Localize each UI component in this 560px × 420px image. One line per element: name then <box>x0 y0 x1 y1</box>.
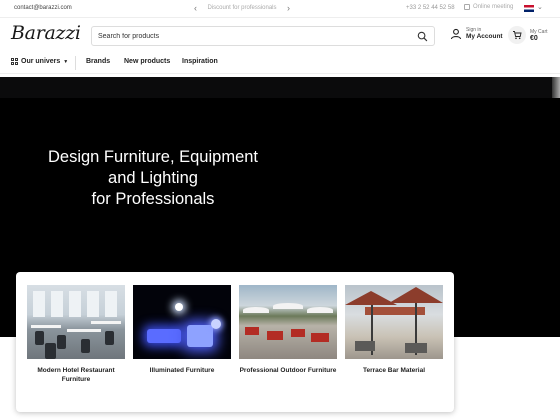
nav-divider <box>75 56 76 70</box>
outdoor-photo <box>239 285 337 359</box>
header: Barazzi Sign in My Account My Cart €0 <box>0 18 560 52</box>
chevron-left-icon[interactable]: ‹ <box>194 4 197 13</box>
category-card-illuminated[interactable]: Illuminated Furniture <box>133 285 231 376</box>
illuminated-photo <box>133 285 231 359</box>
online-meeting-link[interactable]: Online meeting <box>464 4 513 10</box>
online-meeting-label: Online meeting <box>473 4 514 10</box>
category-name: Modern Hotel Restaurant Furniture <box>37 367 115 383</box>
search-bar <box>91 26 435 46</box>
our-univers-menu[interactable]: Our univers ▼ <box>11 58 68 65</box>
hero-line: for Professionals <box>91 190 215 208</box>
category-card-terrace[interactable]: Terrace Bar Material <box>345 285 443 376</box>
category-card-outdoor[interactable]: Professional Outdoor Furniture <box>239 285 337 376</box>
user-icon <box>450 28 462 39</box>
category-cards: Modern Hotel Restaurant Furniture Illumi… <box>16 272 454 412</box>
logo[interactable]: Barazzi <box>11 22 81 44</box>
promo-text[interactable]: Discount for professionals <box>207 5 276 11</box>
hero-title: Design Furniture, Equipment and Lighting… <box>38 147 268 210</box>
hero-top-strip <box>0 77 560 98</box>
grid-icon <box>11 58 18 65</box>
cart-total: €0 <box>530 34 538 42</box>
account-link[interactable]: Sign in My Account <box>450 27 503 40</box>
phone-number[interactable]: +33 2 52 44 52 58 <box>406 5 455 11</box>
category-name: Professional Outdoor Furniture <box>239 367 337 374</box>
category-name: Terrace Bar Material <box>362 367 426 374</box>
promo-carousel: ‹ Discount for professionals › <box>194 4 290 13</box>
terrace-photo <box>345 285 443 359</box>
calendar-icon <box>464 4 470 10</box>
hero-line: and Lighting <box>108 169 198 187</box>
search-icon[interactable] <box>417 31 428 42</box>
uk-flag-icon[interactable] <box>524 5 534 12</box>
caret-down-icon: ▼ <box>63 58 69 65</box>
restaurant-photo <box>27 285 125 359</box>
my-account-label: My Account <box>466 33 503 40</box>
cart-link[interactable]: My Cart €0 <box>508 26 548 44</box>
nav-item-inspiration[interactable]: Inspiration <box>182 58 218 65</box>
category-card-restaurant[interactable]: Modern Hotel Restaurant Furniture <box>27 285 125 384</box>
chevron-down-icon[interactable]: ⌄ <box>537 3 543 11</box>
our-univers-label: Our univers <box>21 58 61 65</box>
main-nav: Our univers ▼ Brands New products Inspir… <box>0 52 560 74</box>
nav-item-brands[interactable]: Brands <box>86 58 110 65</box>
hero-line: Design Furniture, Equipment <box>47 148 259 166</box>
category-name: Illuminated Furniture <box>149 367 215 374</box>
hero-image-edge <box>552 77 560 98</box>
chevron-right-icon[interactable]: › <box>287 4 290 13</box>
cart-label: My Cart <box>530 28 548 35</box>
contact-email-link[interactable]: contact@barazzi.com <box>14 5 72 11</box>
nav-item-new-products[interactable]: New products <box>124 58 170 65</box>
cart-icon <box>508 26 526 44</box>
top-bar: contact@barazzi.com ‹ Discount for profe… <box>0 0 560 18</box>
search-input[interactable] <box>98 30 398 42</box>
